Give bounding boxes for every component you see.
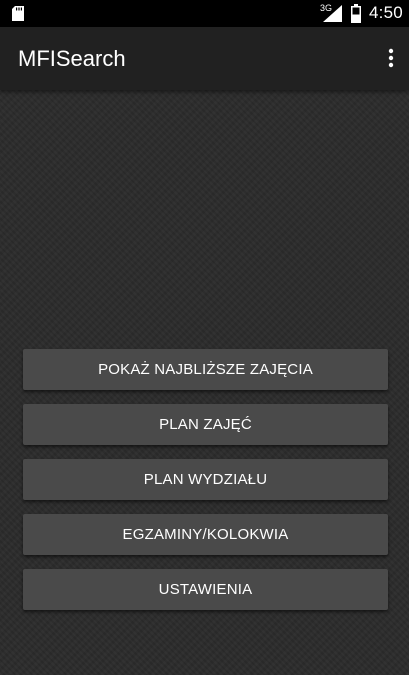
overflow-menu-button[interactable] xyxy=(381,42,401,74)
faculty-schedule-button[interactable]: PLAN WYDZIAŁU xyxy=(23,459,388,500)
status-bar: 3G 4:50 xyxy=(0,0,409,27)
sd-card-icon xyxy=(12,6,24,21)
class-schedule-button[interactable]: PLAN ZAJĘĆ xyxy=(23,404,388,445)
main-menu: POKAŻ NAJBLIŻSZE ZAJĘCIA PLAN ZAJĘĆ PLAN… xyxy=(23,349,388,624)
settings-button[interactable]: USTAWIENIA xyxy=(23,569,388,610)
app-screen: 3G 4:50 MFISearch POKAŻ NAJBLIŻSZE ZAJĘC… xyxy=(0,0,409,675)
signal-icon xyxy=(323,5,342,22)
battery-icon xyxy=(351,4,361,23)
clock: 4:50 xyxy=(369,3,403,22)
overflow-menu-icon xyxy=(388,48,394,68)
exams-button[interactable]: EGZAMINY/KOLOKWIA xyxy=(23,514,388,555)
content-area: POKAŻ NAJBLIŻSZE ZAJĘCIA PLAN ZAJĘĆ PLAN… xyxy=(0,90,409,675)
app-bar: MFISearch xyxy=(0,27,409,90)
app-title: MFISearch xyxy=(18,46,126,71)
show-next-classes-button[interactable]: POKAŻ NAJBLIŻSZE ZAJĘCIA xyxy=(23,349,388,390)
